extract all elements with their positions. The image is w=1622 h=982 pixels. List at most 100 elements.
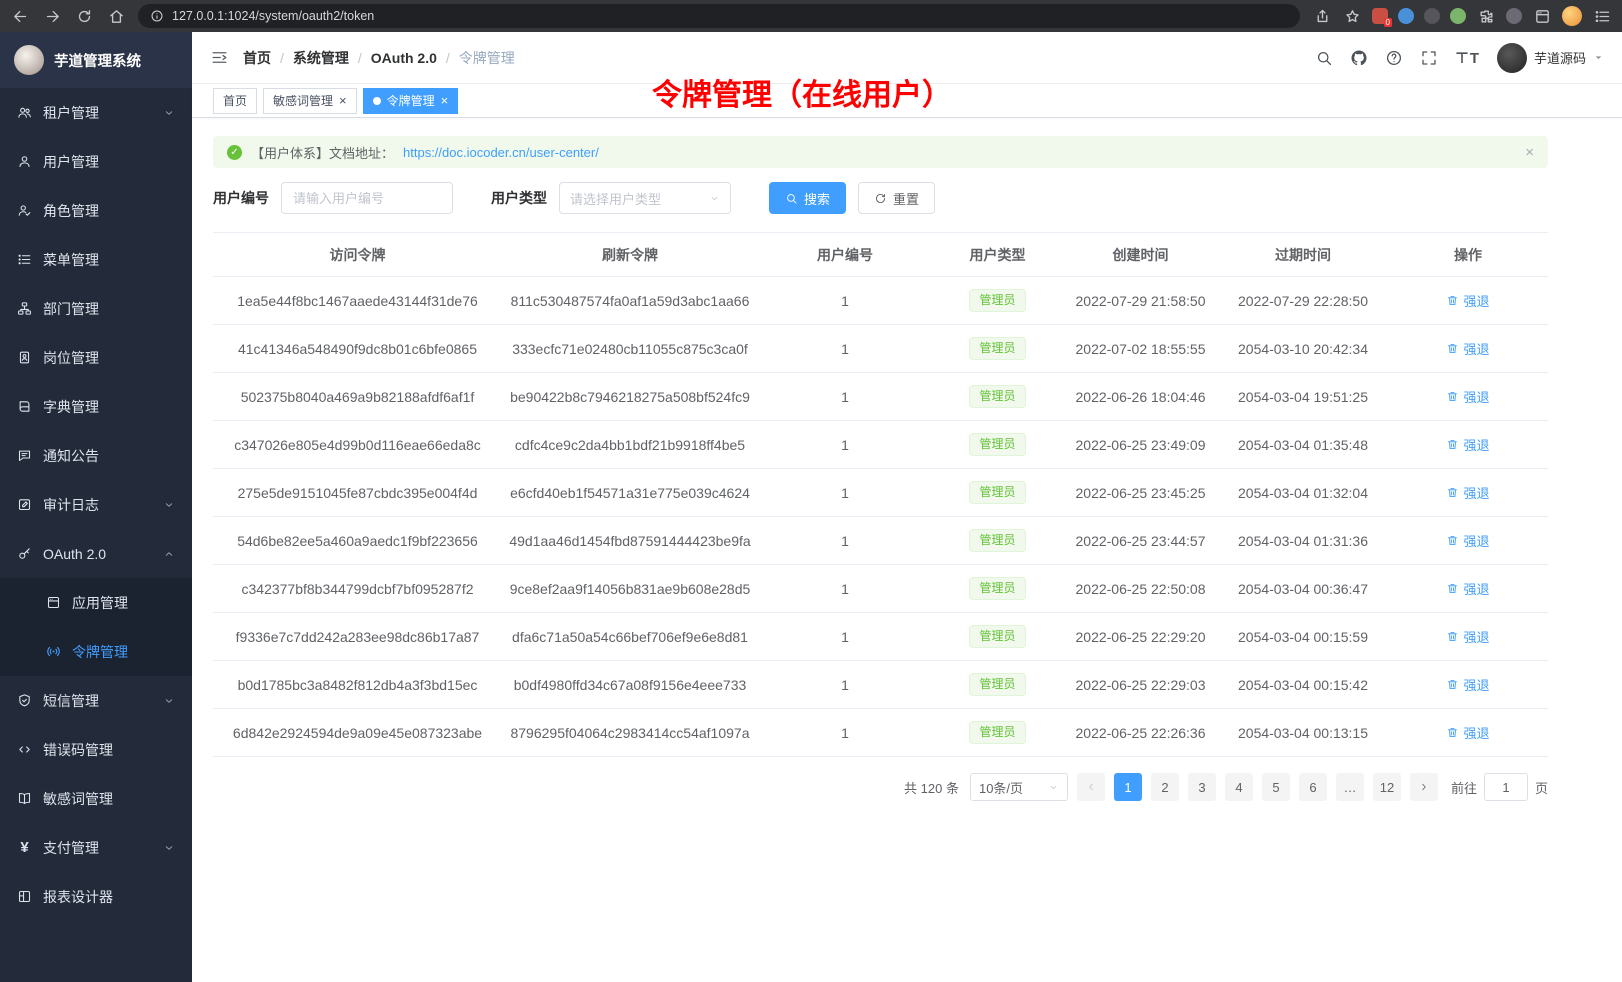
browser-reload-button[interactable] [74,8,94,25]
app-logo-row[interactable]: 芋道管理系统 [0,32,192,88]
action-cell: 强退 [1388,421,1548,469]
sidebar-item-post[interactable]: 岗位管理 [0,333,192,382]
browser-profile-avatar[interactable] [1562,6,1582,26]
force-logout-button[interactable]: 强退 [1446,723,1489,742]
url-text: 127.0.0.1:1024/system/oauth2/token [172,9,374,23]
user-id-input[interactable] [281,182,453,214]
tab-sensitive-word[interactable]: 敏感词管理× [263,88,357,114]
extension-icon[interactable] [1506,8,1522,24]
breadcrumb-item[interactable]: 首页 [243,48,271,68]
column-header: 创建时间 [1063,233,1218,277]
create-time-cell: 2022-06-25 22:26:36 [1063,709,1218,757]
force-logout-button[interactable]: 强退 [1446,579,1489,598]
page-info-icon[interactable] [150,9,164,23]
force-logout-button[interactable]: 强退 [1446,435,1489,454]
sidebar-item-menu[interactable]: 菜单管理 [0,235,192,284]
page-button[interactable]: 3 [1188,773,1216,801]
user-type-cell: 管理员 [932,277,1063,325]
sidebar-item-error-code[interactable]: 错误码管理 [0,725,192,774]
sidebar-collapse-button[interactable] [210,48,229,67]
page-ellipsis[interactable]: … [1336,773,1364,801]
tab-token[interactable]: 令牌管理× [363,88,459,114]
browser-forward-button[interactable] [42,8,62,25]
sidebar-item-notice[interactable]: 通知公告 [0,431,192,480]
refresh-token-cell: be90422b8c7946218275a508bf524fc9 [502,373,758,421]
page-button[interactable]: 4 [1225,773,1253,801]
force-logout-button[interactable]: 强退 [1446,483,1489,502]
pagination: 共 120 条 10条/页 1 2 3 4 5 6 … 12 前往 页 [213,773,1548,801]
user-type-select[interactable]: 请选择用户类型 [559,182,731,214]
extension-icon[interactable] [1450,8,1466,24]
alert-close-icon[interactable]: × [1525,144,1534,161]
user-id-cell: 1 [758,613,932,661]
page-button[interactable]: 2 [1151,773,1179,801]
id-badge-icon [17,350,32,365]
force-logout-button[interactable]: 强退 [1446,387,1489,406]
open-book-icon [17,791,32,806]
action-cell: 强退 [1388,613,1548,661]
force-logout-button[interactable]: 强退 [1446,339,1489,358]
breadcrumb-item[interactable]: OAuth 2.0 [371,50,437,66]
doc-link[interactable]: https://doc.iocoder.cn/user-center/ [403,145,599,160]
reset-button[interactable]: 重置 [858,182,935,214]
force-logout-button[interactable]: 强退 [1446,675,1489,694]
chevron-right-icon [1418,781,1430,793]
address-bar[interactable]: 127.0.0.1:1024/system/oauth2/token [138,4,1300,28]
sidebar-panel-icon[interactable] [1532,8,1552,25]
sidebar-item-payment[interactable]: ¥支付管理 [0,823,192,872]
fullscreen-icon[interactable] [1420,49,1438,67]
force-logout-button[interactable]: 强退 [1446,531,1489,550]
tab-close-icon[interactable]: × [441,94,449,107]
user-type-badge: 管理员 [969,577,1025,601]
browser-home-button[interactable] [106,8,126,25]
user-type-cell: 管理员 [932,565,1063,613]
next-page-button[interactable] [1410,773,1438,801]
sidebar-item-sms[interactable]: 短信管理 [0,676,192,725]
sidebar-item-tenant[interactable]: 租户管理 [0,88,192,137]
sidebar-item-oauth-app[interactable]: 应用管理 [0,578,192,627]
extension-icon[interactable] [1424,8,1440,24]
force-logout-button[interactable]: 强退 [1446,627,1489,646]
search-button[interactable]: 搜索 [769,182,846,214]
sidebar-item-report-designer[interactable]: 报表设计器 [0,872,192,921]
yen-icon: ¥ [17,840,32,855]
user-name: 芋道源码 [1534,48,1586,67]
extension-icon[interactable] [1398,8,1414,24]
sidebar-item-role[interactable]: 角色管理 [0,186,192,235]
bookmark-star-icon[interactable] [1342,8,1362,25]
extension-icon[interactable]: 0 [1372,8,1388,24]
user-type-badge: 管理员 [969,433,1025,457]
github-icon[interactable] [1350,49,1368,67]
browser-menu-icon[interactable] [1592,8,1612,25]
page-button[interactable]: 5 [1262,773,1290,801]
action-cell: 强退 [1388,325,1548,373]
breadcrumb-item[interactable]: 系统管理 [293,48,349,68]
tab-close-icon[interactable]: × [339,94,347,107]
browser-back-button[interactable] [10,8,30,25]
sidebar-item-audit-log[interactable]: 审计日志 [0,480,192,529]
page-button[interactable]: 1 [1114,773,1142,801]
prev-page-button[interactable] [1077,773,1105,801]
font-size-icon[interactable]: ⊤T [1455,49,1480,67]
goto-page-input[interactable] [1484,773,1528,801]
page-button[interactable]: 12 [1373,773,1401,801]
user-menu[interactable]: 芋道源码 [1497,43,1604,73]
sidebar-item-sensitive-word[interactable]: 敏感词管理 [0,774,192,823]
refresh-token-cell: 333ecfc71e02480cb11055c875c3ca0f [502,325,758,373]
help-icon[interactable] [1385,49,1403,67]
sidebar-item-user[interactable]: 用户管理 [0,137,192,186]
page-button[interactable]: 6 [1299,773,1327,801]
page-size-select[interactable]: 10条/页 [970,773,1068,801]
share-icon[interactable] [1312,8,1332,25]
sidebar-item-dept[interactable]: 部门管理 [0,284,192,333]
sidebar-item-oauth-token[interactable]: 令牌管理 [0,627,192,676]
tab-home[interactable]: 首页 [213,88,257,114]
access-token-cell: 54d6be82ee5a460a9aedc1f9bf223656 [213,517,502,565]
access-token-cell: 275e5de9151045fe87cbdc395e004f4d [213,469,502,517]
force-logout-button[interactable]: 强退 [1446,291,1489,310]
extensions-puzzle-icon[interactable] [1476,8,1496,25]
sidebar-item-dict[interactable]: 字典管理 [0,382,192,431]
refresh-token-cell: dfa6c71a50a54c66bef706ef9e6e8d81 [502,613,758,661]
search-icon[interactable] [1315,49,1333,67]
sidebar-item-oauth[interactable]: OAuth 2.0 [0,529,192,578]
